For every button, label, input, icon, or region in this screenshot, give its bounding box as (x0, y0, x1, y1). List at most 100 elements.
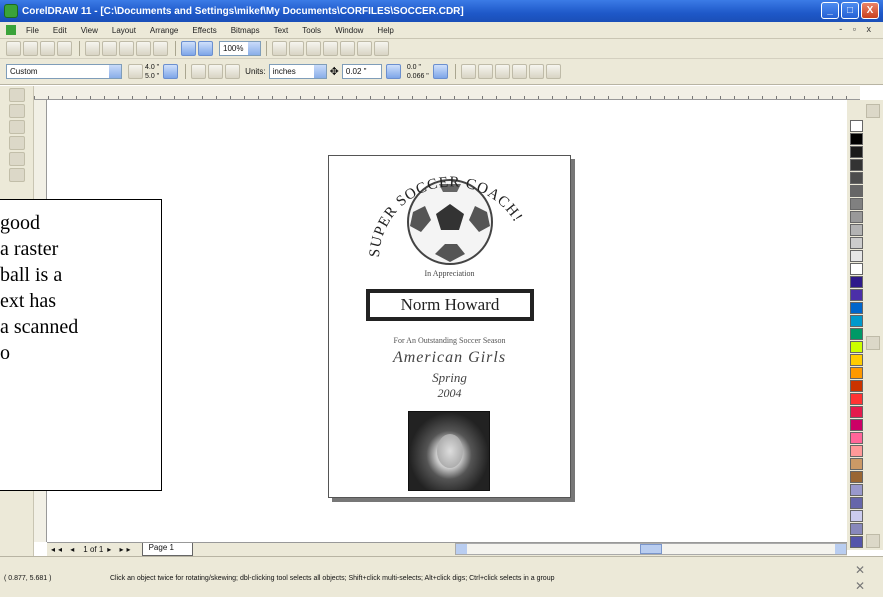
palette-swatch[interactable] (850, 367, 863, 379)
close-button[interactable]: X (861, 2, 879, 19)
maximize-button[interactable]: □ (841, 2, 859, 19)
menu-tools[interactable]: Tools (302, 26, 321, 35)
palette-flyout-icon[interactable] (866, 336, 880, 350)
chevron-down-icon[interactable] (248, 42, 260, 55)
paste-icon[interactable] (119, 41, 134, 56)
palette-swatch[interactable] (850, 211, 863, 223)
no-outline-icon[interactable]: ✕ (855, 579, 865, 593)
palette-swatch[interactable] (850, 510, 863, 522)
palette-swatch[interactable] (850, 302, 863, 314)
palette-swatch[interactable] (850, 250, 863, 262)
redo-icon[interactable] (153, 41, 168, 56)
units-combo[interactable]: inches (268, 64, 327, 79)
snap-icon[interactable] (374, 41, 389, 56)
nudge-field[interactable]: 0.02 " (341, 64, 382, 79)
freehand-tool-icon[interactable] (9, 152, 25, 166)
dynamic-guides-icon[interactable] (528, 64, 544, 79)
document-page[interactable]: SUPER SOCCER COACH! In Appreciation Norm… (328, 155, 571, 498)
palette-swatch[interactable] (850, 172, 863, 184)
document-icon[interactable] (6, 25, 16, 35)
scroll-thumb[interactable] (640, 544, 662, 554)
save-icon[interactable] (40, 41, 55, 56)
import-icon[interactable] (181, 41, 196, 56)
page-tab[interactable]: Page 1 (141, 543, 193, 556)
page-height-value[interactable]: 5.0 " (145, 72, 159, 81)
crop-tool-icon[interactable] (9, 120, 25, 134)
palette-swatch[interactable] (850, 159, 863, 171)
snap-to-objects-icon[interactable] (511, 64, 527, 79)
palette-swatch[interactable] (850, 393, 863, 405)
menu-view[interactable]: View (81, 26, 98, 35)
coreldraw-app-icon[interactable] (4, 4, 18, 18)
export-icon[interactable] (198, 41, 213, 56)
no-fill-icon[interactable]: ✕ (855, 563, 865, 577)
palette-swatch[interactable] (850, 289, 863, 301)
palette-swatch[interactable] (850, 497, 863, 509)
palette-swatch[interactable] (850, 445, 863, 457)
snap-to-guides-icon[interactable] (494, 64, 510, 79)
palette-swatch[interactable] (850, 484, 863, 496)
palette-swatch[interactable] (850, 315, 863, 327)
menu-help[interactable]: Help (377, 26, 393, 35)
palette-swatch[interactable] (850, 328, 863, 340)
scroll-right-icon[interactable] (835, 544, 846, 554)
snap-icon[interactable] (340, 41, 355, 56)
palette-swatch[interactable] (850, 354, 863, 366)
palette-swatch[interactable] (850, 224, 863, 236)
palette-swatch[interactable] (850, 536, 863, 548)
palette-swatch[interactable] (850, 419, 863, 431)
chevron-down-icon[interactable] (313, 65, 326, 78)
pick-tool-icon[interactable] (9, 88, 25, 102)
undo-icon[interactable] (136, 41, 151, 56)
dup-y-value[interactable]: 0.066 " (407, 72, 429, 81)
palette-swatch[interactable] (850, 458, 863, 470)
scroll-left-icon[interactable] (456, 544, 467, 554)
snap-icon[interactable] (272, 41, 287, 56)
options-icon[interactable] (545, 64, 561, 79)
menu-layout[interactable]: Layout (112, 26, 136, 35)
palette-swatch[interactable] (850, 380, 863, 392)
new-icon[interactable] (6, 41, 21, 56)
shape-tool-icon[interactable] (9, 104, 25, 118)
menu-effects[interactable]: Effects (192, 26, 216, 35)
palette-swatch[interactable] (850, 133, 863, 145)
portrait-icon[interactable] (191, 64, 207, 79)
zoom-combo[interactable]: 100% (219, 41, 261, 56)
horizontal-scrollbar[interactable] (455, 543, 847, 555)
page-nav-forward[interactable]: ▸ ▸▸ (107, 545, 133, 554)
palette-swatch[interactable] (850, 432, 863, 444)
menu-arrange[interactable]: Arrange (150, 26, 178, 35)
palette-scroll-down-icon[interactable] (866, 534, 880, 548)
paper-type-combo[interactable]: Custom (6, 64, 122, 79)
treat-as-filled-icon[interactable] (460, 64, 476, 79)
print-icon[interactable] (57, 41, 72, 56)
palette-swatch[interactable] (850, 237, 863, 249)
minimize-button[interactable]: _ (821, 2, 839, 19)
snap-icon[interactable] (306, 41, 321, 56)
snap-icon[interactable] (289, 41, 304, 56)
dup-x-value[interactable]: 0.0 " (407, 63, 429, 72)
copy-icon[interactable] (102, 41, 117, 56)
palette-scroll-up-icon[interactable] (866, 104, 880, 118)
palette-swatch[interactable] (850, 185, 863, 197)
open-icon[interactable] (23, 41, 38, 56)
duplicate-distance[interactable]: 0.0 " 0.066 " (407, 63, 429, 81)
chevron-down-icon[interactable] (109, 65, 121, 78)
palette-swatch[interactable] (850, 276, 863, 288)
zoom-tool-icon[interactable] (9, 136, 25, 150)
palette-swatch[interactable] (850, 471, 863, 483)
palette-swatch[interactable] (850, 523, 863, 535)
palette-swatch[interactable] (850, 146, 863, 158)
menu-text[interactable]: Text (274, 26, 289, 35)
palette-swatch[interactable] (850, 263, 863, 275)
snap-to-grid-icon[interactable] (477, 64, 493, 79)
spinner-icon[interactable] (163, 64, 179, 79)
page-width-value[interactable]: 4.0 " (145, 63, 159, 72)
palette-swatch[interactable] (850, 120, 863, 132)
palette-swatch[interactable] (850, 341, 863, 353)
snap-icon[interactable] (357, 41, 372, 56)
menu-window[interactable]: Window (335, 26, 363, 35)
spinner-icon[interactable] (385, 64, 401, 79)
rectangle-tool-icon[interactable] (9, 168, 25, 182)
cut-icon[interactable] (85, 41, 100, 56)
